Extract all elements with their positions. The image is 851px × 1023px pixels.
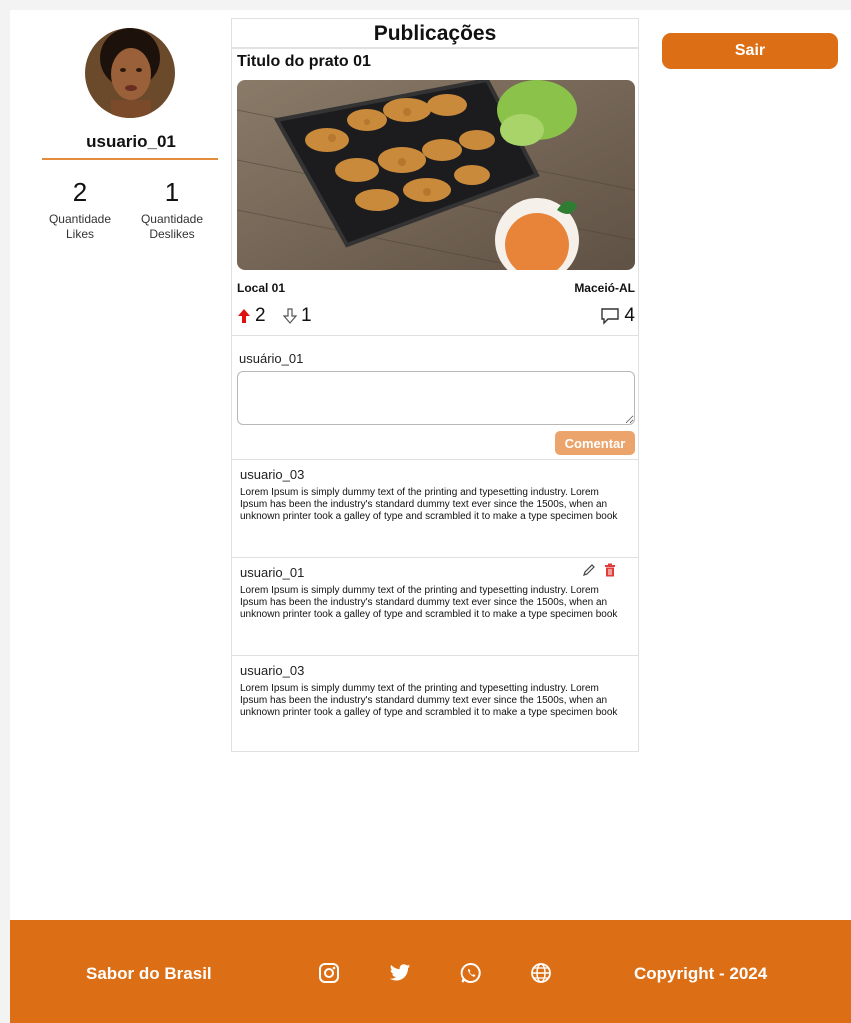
pencil-icon[interactable] (582, 563, 596, 577)
composer-username: usuário_01 (239, 351, 304, 366)
comment-input[interactable] (237, 371, 635, 425)
comment-text: Lorem Ipsum is simply dummy text of the … (240, 585, 618, 620)
arrow-down-icon[interactable] (283, 308, 297, 324)
likes-stat: 2 Quantidade Likes (32, 178, 128, 242)
comment-icon[interactable] (600, 307, 620, 325)
comment-button[interactable]: Comentar (555, 431, 635, 455)
downvote-group[interactable]: 1 (283, 305, 312, 327)
trash-icon[interactable] (604, 563, 616, 577)
arrow-up-icon[interactable] (237, 308, 251, 324)
whatsapp-icon[interactable] (458, 960, 484, 986)
logout-button[interactable]: Sair (662, 33, 838, 69)
globe-icon[interactable] (528, 960, 554, 986)
upvote-group[interactable]: 2 (237, 305, 266, 327)
avatar (85, 28, 175, 118)
comment-text: Lorem Ipsum is simply dummy text of the … (240, 487, 618, 522)
upvote-count: 2 (255, 305, 266, 326)
comment-item: usuario_03 Lorem Ipsum is simply dummy t… (232, 657, 638, 753)
divider (232, 557, 638, 558)
publications-feed: Publicações Titulo do prato 01 Local 01 … (231, 18, 639, 752)
comment-username: usuario_03 (240, 663, 305, 678)
comment-item: usuario_03 Lorem Ipsum is simply dummy t… (232, 461, 638, 557)
downvote-count: 1 (301, 305, 312, 326)
instagram-icon[interactable] (316, 960, 342, 986)
comment-item: usuario_01 Lorem Ipsum is simply dummy t… (232, 559, 638, 655)
likes-label-line1: Quantidade (48, 212, 112, 226)
post-local: Local 01 (237, 281, 286, 295)
dislikes-label-line2: Deslikes (149, 227, 195, 241)
likes-label: Quantidade Likes (32, 212, 128, 242)
post-photo[interactable] (237, 80, 635, 270)
likes-label-line2: Likes (65, 227, 94, 241)
divider (232, 459, 638, 460)
comment-count: 4 (624, 305, 635, 326)
post-vote-row: 2 1 4 (237, 305, 635, 329)
comment-text: Lorem Ipsum is simply dummy text of the … (240, 683, 618, 718)
comments-group[interactable]: 4 (600, 305, 635, 327)
footer-copyright: Copyright - 2024 (634, 964, 768, 983)
username-underline (42, 158, 218, 160)
post-location-row: Local 01 Maceió-AL (237, 281, 635, 295)
post-city: Maceió-AL (574, 281, 635, 295)
dislikes-label-line1: Quantidade (140, 212, 204, 226)
twitter-icon[interactable] (387, 960, 413, 986)
dislikes-label: Quantidade Deslikes (124, 212, 220, 242)
divider (232, 335, 638, 336)
app-frame: usuario_01 2 Quantidade Likes 1 Quantida… (10, 10, 851, 1023)
comment-username: usuario_01 (240, 565, 305, 580)
footer: Sabor do Brasil Copyright - 2024 (10, 920, 851, 1023)
dislikes-stat: 1 Quantidade Deslikes (124, 178, 220, 242)
footer-brand: Sabor do Brasil (86, 964, 212, 983)
divider (232, 655, 638, 656)
comment-actions (582, 563, 616, 577)
dislikes-count: 1 (164, 177, 180, 207)
comment-username: usuario_03 (240, 467, 305, 482)
likes-count: 2 (72, 177, 88, 207)
profile-username: usuario_01 (86, 132, 176, 151)
post-title: Titulo do prato 01 (237, 53, 371, 70)
feed-title: Publicações (232, 19, 638, 49)
